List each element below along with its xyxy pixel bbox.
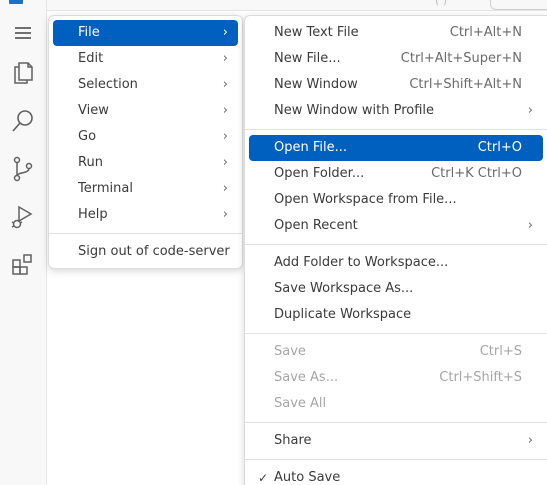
menu-item-label: Open Folder... xyxy=(274,166,365,181)
chevron-right-icon: › xyxy=(222,207,228,222)
menu-item-label: Duplicate Workspace xyxy=(274,307,412,322)
menu-item-label: Run xyxy=(78,155,103,170)
menu-item-label: New Window with Profile xyxy=(274,103,435,118)
menu-item-file[interactable]: File › xyxy=(53,20,238,46)
chevron-right-icon: › xyxy=(222,77,228,92)
menu-item-open-folder[interactable]: Open Folder... Ctrl+K Ctrl+O xyxy=(249,161,543,187)
menu-item-save[interactable]: Save Ctrl+S xyxy=(249,339,543,365)
menu-item-go[interactable]: Go › xyxy=(53,124,238,150)
top-tab xyxy=(490,0,547,10)
menu-item-open-recent[interactable]: Open Recent › xyxy=(249,213,543,239)
menu-separator xyxy=(245,129,547,130)
menu-item-label: Save xyxy=(274,344,306,359)
menu-item-label: Share xyxy=(274,433,312,448)
menu-item-label: Save As... xyxy=(274,370,339,385)
search-icon[interactable] xyxy=(0,98,46,144)
chevron-right-icon: › xyxy=(527,433,533,448)
menu-separator xyxy=(245,422,547,423)
application-menu: File › Edit › Selection › View › Go › Ru… xyxy=(48,15,243,269)
menu-separator xyxy=(245,244,547,245)
menu-item-label: Sign out of code-server xyxy=(78,244,230,259)
source-control-icon[interactable] xyxy=(0,146,46,192)
shortcut-label: Ctrl+O xyxy=(477,140,522,155)
window-controls-hint: ( ) xyxy=(435,0,448,7)
menu-item-duplicate-workspace[interactable]: Duplicate Workspace xyxy=(249,302,543,328)
menu-item-new-window[interactable]: New Window Ctrl+Shift+Alt+N xyxy=(249,72,543,98)
menu-item-label: File xyxy=(78,25,100,40)
menu-item-open-workspace-from-file[interactable]: Open Workspace from File... xyxy=(249,187,543,213)
menu-item-auto-save[interactable]: ✓ Auto Save xyxy=(249,465,543,485)
check-icon: ✓ xyxy=(258,471,269,485)
menu-item-edit[interactable]: Edit › xyxy=(53,46,238,72)
chevron-right-icon: › xyxy=(527,103,533,118)
menu-item-save-workspace-as[interactable]: Save Workspace As... xyxy=(249,276,543,302)
menu-item-new-text-file[interactable]: New Text File Ctrl+Alt+N xyxy=(249,20,543,46)
menu-item-new-file[interactable]: New File... Ctrl+Alt+Super+N xyxy=(249,46,543,72)
menu-item-new-window-with-profile[interactable]: New Window with Profile › xyxy=(249,98,543,124)
menu-item-label: Save All xyxy=(274,396,327,411)
chevron-right-icon: › xyxy=(527,218,533,233)
file-submenu: New Text File Ctrl+Alt+N New File... Ctr… xyxy=(244,15,547,485)
menu-item-add-folder-to-workspace[interactable]: Add Folder to Workspace... xyxy=(249,250,543,276)
menu-separator xyxy=(49,233,242,234)
menu-item-sign-out[interactable]: Sign out of code-server xyxy=(53,239,238,265)
menu-item-label: View xyxy=(78,103,109,118)
menu-item-label: Auto Save xyxy=(274,470,341,485)
menu-separator xyxy=(245,333,547,334)
shortcut-label: Ctrl+Alt+N xyxy=(449,25,522,40)
menu-item-label: New Text File xyxy=(274,25,359,40)
app-logo-icon xyxy=(9,0,23,4)
menu-item-label: Open Workspace from File... xyxy=(274,192,457,207)
menu-item-label: New Window xyxy=(274,77,358,92)
menu-item-selection[interactable]: Selection › xyxy=(53,72,238,98)
menu-item-label: Open File... xyxy=(274,140,348,155)
menu-item-label: Open Recent xyxy=(274,218,358,233)
menu-item-view[interactable]: View › xyxy=(53,98,238,124)
chevron-right-icon: › xyxy=(222,129,228,144)
menu-item-label: Save Workspace As... xyxy=(274,281,414,296)
run-debug-icon[interactable] xyxy=(0,194,46,240)
chevron-right-icon: › xyxy=(222,103,228,118)
extensions-icon[interactable] xyxy=(0,242,46,288)
chevron-right-icon: › xyxy=(222,51,228,66)
explorer-icon[interactable] xyxy=(0,50,46,96)
shortcut-label: Ctrl+K Ctrl+O xyxy=(431,166,522,181)
menu-item-label: Edit xyxy=(78,51,104,66)
menu-item-label: Help xyxy=(78,207,108,222)
chevron-right-icon: › xyxy=(222,25,228,40)
activity-bar xyxy=(0,0,47,485)
menu-item-open-file[interactable]: Open File... Ctrl+O xyxy=(249,135,543,161)
shortcut-label: Ctrl+Shift+Alt+N xyxy=(409,77,522,92)
shortcut-label: Ctrl+Shift+S xyxy=(439,370,522,385)
menu-item-label: Go xyxy=(78,129,97,144)
menu-item-terminal[interactable]: Terminal › xyxy=(53,176,238,202)
menu-item-label: Add Folder to Workspace... xyxy=(274,255,449,270)
menu-item-save-as[interactable]: Save As... Ctrl+Shift+S xyxy=(249,365,543,391)
menu-item-help[interactable]: Help › xyxy=(53,202,238,228)
menu-separator xyxy=(245,459,547,460)
menu-item-share[interactable]: Share › xyxy=(249,428,543,454)
menu-item-label: Terminal xyxy=(78,181,133,196)
chevron-right-icon: › xyxy=(222,155,228,170)
chevron-right-icon: › xyxy=(222,181,228,196)
menu-item-save-all[interactable]: Save All xyxy=(249,391,543,417)
shortcut-label: Ctrl+S xyxy=(479,344,522,359)
menu-item-run[interactable]: Run › xyxy=(53,150,238,176)
menu-item-label: Selection xyxy=(78,77,138,92)
menu-item-label: New File... xyxy=(274,51,341,66)
shortcut-label: Ctrl+Alt+Super+N xyxy=(400,51,522,66)
